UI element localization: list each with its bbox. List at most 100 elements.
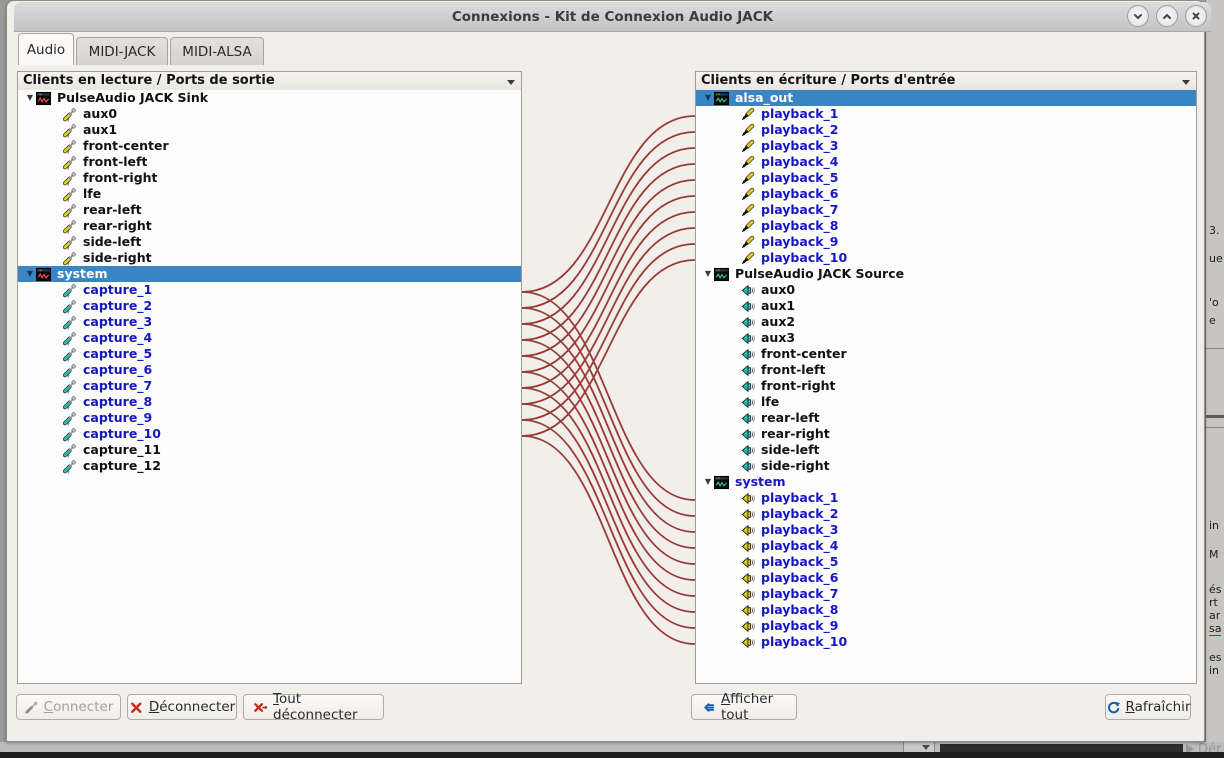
tree-item-playback-9[interactable]: playback_9 [696, 618, 1196, 634]
tree-item-aux0[interactable]: aux0 [18, 106, 521, 122]
tree-item-front-left[interactable]: front-left [18, 154, 521, 170]
tree-item-playback-2[interactable]: playback_2 [696, 506, 1196, 522]
tree-item-lfe[interactable]: lfe [18, 186, 521, 202]
port-label: side-right [83, 250, 152, 265]
connect-button[interactable]: Connecter [16, 694, 121, 720]
background-divider [1206, 427, 1224, 428]
tree-item-front-left[interactable]: front-left [696, 362, 1196, 378]
tree-item-playback-1[interactable]: playback_1 [696, 490, 1196, 506]
tree-item-capture-3[interactable]: capture_3 [18, 314, 521, 330]
tree-item-playback-7[interactable]: playback_7 [696, 586, 1196, 602]
tree-item-capture-11[interactable]: capture_11 [18, 442, 521, 458]
socket-yellow-icon [740, 523, 755, 538]
tree-item-front-right[interactable]: front-right [18, 170, 521, 186]
background-text-fragment: és [1209, 583, 1222, 596]
tree-item-side-left[interactable]: side-left [696, 442, 1196, 458]
output-ports-tree[interactable]: ▼ PulseAudio JACK Sink aux0 aux1 front-cente… [17, 90, 522, 684]
tree-item-playback-8[interactable]: playback_8 [696, 218, 1196, 234]
tree-item-capture-5[interactable]: capture_5 [18, 346, 521, 362]
tree-item-aux1[interactable]: aux1 [696, 298, 1196, 314]
close-button[interactable] [1185, 5, 1207, 27]
refresh-button[interactable]: Rafraîchir [1105, 694, 1191, 720]
tree-item-capture-7[interactable]: capture_7 [18, 378, 521, 394]
tree-item-playback-2[interactable]: playback_2 [696, 122, 1196, 138]
jack-plug-teal-icon [62, 459, 77, 474]
port-label: front-center [83, 138, 169, 153]
maximize-button[interactable] [1156, 5, 1178, 27]
tree-item-capture-9[interactable]: capture_9 [18, 410, 521, 426]
tree-item-playback-6[interactable]: playback_6 [696, 570, 1196, 586]
tree-item-rear-right[interactable]: rear-right [696, 426, 1196, 442]
tree-item-playback-10[interactable]: playback_10 [696, 634, 1196, 650]
tree-item-playback-8[interactable]: playback_8 [696, 602, 1196, 618]
tree-item-capture-2[interactable]: capture_2 [18, 298, 521, 314]
jack-plug-teal-icon [62, 347, 77, 362]
tree-item-rear-right[interactable]: rear-right [18, 218, 521, 234]
tree-item-playback-7[interactable]: playback_7 [696, 202, 1196, 218]
tree-item-front-center[interactable]: front-center [18, 138, 521, 154]
tree-item-pulseaudio-jack-source[interactable]: ▼ PulseAudio JACK Source [696, 266, 1196, 282]
port-label: aux0 [83, 106, 118, 121]
tree-item-playback-3[interactable]: playback_3 [696, 138, 1196, 154]
port-label: aux1 [761, 298, 796, 313]
tree-item-capture-12[interactable]: capture_12 [18, 458, 521, 474]
tree-item-capture-10[interactable]: capture_10 [18, 426, 521, 442]
port-label: playback_8 [761, 218, 839, 233]
tree-item-alsa-out[interactable]: ▼ alsa_out [696, 90, 1196, 106]
tree-item-system[interactable]: ▼ system [18, 266, 521, 282]
expand-triangle-icon[interactable]: ▼ [702, 266, 714, 282]
client-label: system [57, 266, 108, 281]
tree-item-rear-left[interactable]: rear-left [696, 410, 1196, 426]
tree-item-system[interactable]: ▼ system [696, 474, 1196, 490]
client-label: system [735, 474, 786, 489]
expand-triangle-icon[interactable]: ▼ [702, 90, 714, 106]
tree-item-playback-1[interactable]: playback_1 [696, 106, 1196, 122]
port-label: playback_5 [761, 170, 839, 185]
tree-item-front-center[interactable]: front-center [696, 346, 1196, 362]
tree-item-front-right[interactable]: front-right [696, 378, 1196, 394]
expand-triangle-icon[interactable]: ▼ [24, 90, 36, 106]
tree-item-capture-1[interactable]: capture_1 [18, 282, 521, 298]
tree-item-side-right[interactable]: side-right [696, 458, 1196, 474]
tab-midi-alsa[interactable]: MIDI-ALSA [170, 37, 264, 65]
tree-item-playback-3[interactable]: playback_3 [696, 522, 1196, 538]
input-ports-tree[interactable]: ▼ alsa_out playback_1 playback_2 playback_3 p… [695, 90, 1197, 684]
jack-plug-yellow-icon [62, 235, 77, 250]
pencil-plug-yellow-icon [740, 187, 755, 202]
socket-teal-icon [740, 315, 755, 330]
tree-item-side-left[interactable]: side-left [18, 234, 521, 250]
client-label: PulseAudio JACK Sink [57, 90, 209, 105]
expand-triangle-icon[interactable]: ▼ [702, 474, 714, 490]
tree-item-playback-4[interactable]: playback_4 [696, 538, 1196, 554]
readable-clients-combobox[interactable]: Clients en lecture / Ports de sortie [17, 71, 522, 91]
minimize-button[interactable] [1127, 5, 1149, 27]
tab-midi-jack[interactable]: MIDI-JACK [76, 37, 168, 65]
tree-item-side-right[interactable]: side-right [18, 250, 521, 266]
show-all-button[interactable]: Afficher tout [691, 691, 797, 723]
writable-clients-combobox[interactable]: Clients en écriture / Ports d'entrée [695, 71, 1197, 91]
titlebar[interactable]: Connexions - Kit de Connexion Audio JACK [14, 2, 1211, 32]
dropdown-arrow-icon [922, 745, 930, 750]
tree-item-playback-5[interactable]: playback_5 [696, 554, 1196, 570]
tree-item-aux2[interactable]: aux2 [696, 314, 1196, 330]
tree-item-playback-5[interactable]: playback_5 [696, 170, 1196, 186]
disconnect-button[interactable]: Déconnecter [127, 694, 237, 720]
tree-item-aux1[interactable]: aux1 [18, 122, 521, 138]
tree-item-aux0[interactable]: aux0 [696, 282, 1196, 298]
tree-item-capture-8[interactable]: capture_8 [18, 394, 521, 410]
port-label: capture_5 [83, 346, 153, 361]
expand-triangle-icon[interactable]: ▼ [24, 266, 36, 282]
disconnect-x-icon [129, 700, 144, 715]
tree-item-playback-4[interactable]: playback_4 [696, 154, 1196, 170]
disconnect-all-button[interactable]: Tout déconnecter [243, 691, 384, 723]
tree-item-playback-9[interactable]: playback_9 [696, 234, 1196, 250]
tree-item-rear-left[interactable]: rear-left [18, 202, 521, 218]
tree-item-aux3[interactable]: aux3 [696, 330, 1196, 346]
tab-audio[interactable]: Audio [18, 33, 74, 65]
tree-item-capture-4[interactable]: capture_4 [18, 330, 521, 346]
tree-item-playback-10[interactable]: playback_10 [696, 250, 1196, 266]
tree-item-capture-6[interactable]: capture_6 [18, 362, 521, 378]
tree-item-lfe[interactable]: lfe [696, 394, 1196, 410]
tree-item-pulseaudio-jack-sink[interactable]: ▼ PulseAudio JACK Sink [18, 90, 521, 106]
tree-item-playback-6[interactable]: playback_6 [696, 186, 1196, 202]
